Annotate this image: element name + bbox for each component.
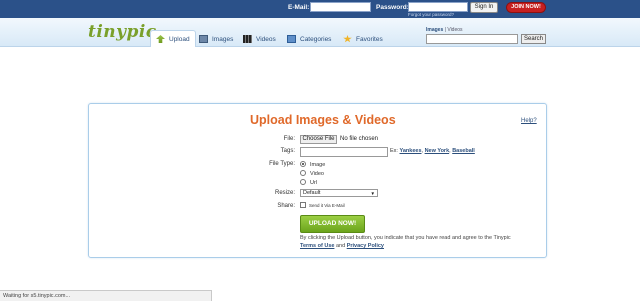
- star-icon: [343, 35, 352, 43]
- search-type-switch: Images | Videos: [426, 27, 463, 33]
- share-email-label: Send it Via E-Mail: [309, 203, 345, 208]
- tab-videos[interactable]: Videos: [238, 31, 281, 47]
- tag-example-link[interactable]: Yankees: [399, 148, 421, 154]
- tab-upload[interactable]: Upload: [150, 30, 196, 47]
- password-label: Password:: [376, 4, 409, 11]
- sign-in-button[interactable]: Sign In: [470, 2, 498, 13]
- tab-categories-label: Categories: [300, 35, 332, 43]
- file-type-video-label: Video: [310, 171, 324, 177]
- status-text: Waiting for s5.tinypic.com...: [3, 293, 71, 299]
- tab-images[interactable]: Images: [194, 31, 238, 47]
- file-type-image-label: Image: [310, 162, 326, 168]
- chevron-down-icon: ▼: [370, 191, 375, 196]
- page-title: Upload Images & Videos: [250, 113, 396, 127]
- logo-text: tinypic: [88, 22, 157, 42]
- search-separator: |: [444, 27, 446, 33]
- film-icon: [243, 35, 252, 43]
- share-email-checkbox[interactable]: [300, 202, 306, 208]
- tab-categories[interactable]: Categories: [282, 31, 336, 47]
- search-button[interactable]: Search: [521, 34, 546, 44]
- tag-example-link[interactable]: New York: [425, 148, 450, 154]
- tags-input[interactable]: [300, 147, 388, 157]
- search-videos-option[interactable]: Videos: [447, 27, 462, 33]
- tab-upload-label: Upload: [169, 35, 190, 43]
- file-type-label: File Type:: [269, 161, 295, 167]
- search-input[interactable]: [426, 34, 518, 44]
- categories-icon: [287, 35, 296, 43]
- privacy-policy-link[interactable]: Privacy Policy: [347, 243, 384, 249]
- search-images-option[interactable]: Images: [426, 27, 443, 33]
- password-input[interactable]: [408, 2, 468, 12]
- terms-notice: By clicking the Upload button, you indic…: [300, 235, 511, 241]
- resize-select[interactable]: Default ▼: [300, 189, 378, 197]
- resize-label: Resize:: [274, 190, 295, 196]
- tags-label: Tags:: [280, 148, 295, 154]
- tab-favorites-label: Favorites: [356, 35, 383, 43]
- tab-videos-label: Videos: [256, 35, 276, 43]
- tab-images-label: Images: [212, 35, 234, 43]
- choose-file-button[interactable]: Choose File: [300, 135, 337, 144]
- file-label: File:: [283, 136, 295, 142]
- upload-arrow-icon: [156, 35, 165, 43]
- terms-links: Terms of Use and Privacy Policy: [300, 243, 384, 249]
- file-type-video-radio[interactable]: [300, 170, 306, 176]
- share-label: Share:: [277, 203, 295, 209]
- help-link[interactable]: Help?: [521, 118, 537, 124]
- images-icon: [199, 35, 208, 43]
- tag-example-link[interactable]: Baseball: [452, 148, 475, 154]
- tab-favorites[interactable]: Favorites: [338, 31, 388, 47]
- terms-and-text: and: [335, 243, 346, 249]
- file-type-url-radio[interactable]: [300, 179, 306, 185]
- forgot-password-link[interactable]: Forgot your password?: [408, 12, 454, 17]
- email-label: E-Mail:: [288, 4, 310, 11]
- join-now-button[interactable]: JOIN NOW!: [506, 2, 546, 13]
- browser-status-bar: Waiting for s5.tinypic.com...: [0, 290, 212, 301]
- file-type-image-radio[interactable]: [300, 161, 306, 167]
- tags-example-prefix: Ex:: [390, 148, 398, 154]
- terms-of-use-link[interactable]: Terms of Use: [300, 243, 334, 249]
- file-type-url-label: Url: [310, 180, 318, 186]
- tags-example: Ex: Yankees, New York, Baseball: [390, 148, 475, 154]
- upload-now-button[interactable]: UPLOAD NOW!: [300, 215, 365, 233]
- top-login-bar: E-Mail: Password: Sign In JOIN NOW! Forg…: [0, 0, 640, 18]
- email-input[interactable]: [310, 2, 371, 12]
- no-file-text: No file chosen: [340, 136, 379, 142]
- resize-value: Default: [303, 190, 321, 196]
- tinypic-logo[interactable]: tinypic: [88, 22, 157, 42]
